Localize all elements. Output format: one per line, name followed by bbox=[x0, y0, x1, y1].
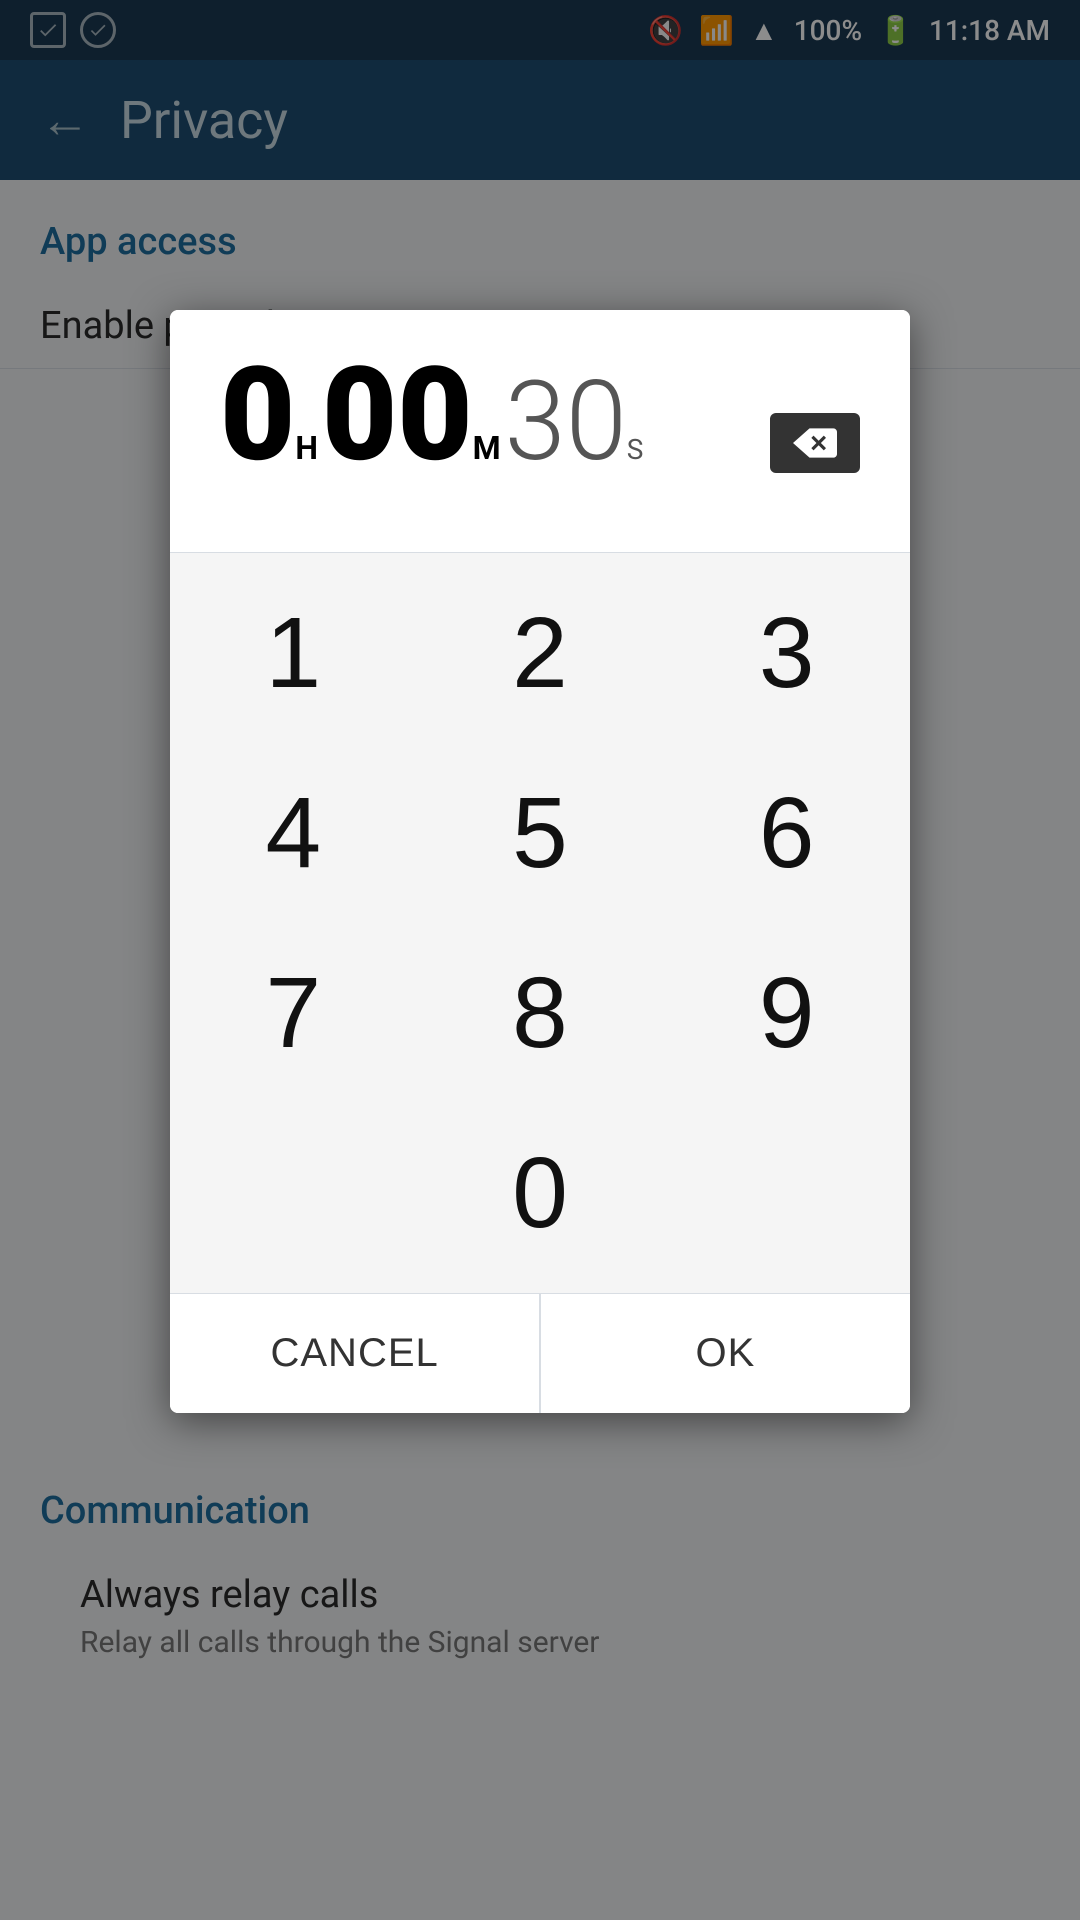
dialog-actions: CANCEL OK bbox=[170, 1293, 910, 1413]
ok-button[interactable]: OK bbox=[541, 1294, 910, 1413]
cancel-button[interactable]: CANCEL bbox=[170, 1294, 539, 1413]
hours-value: 0 bbox=[220, 350, 295, 480]
seconds-label: S bbox=[627, 433, 644, 466]
time-picker-dialog: 0 H 00 M 30 S 1 2 3 4 5 6 bbox=[170, 310, 910, 1413]
minutes-value: 00 bbox=[322, 350, 473, 480]
seconds-value: 30 bbox=[505, 367, 627, 477]
modal-overlay: 0 H 00 M 30 S 1 2 3 4 5 6 bbox=[0, 0, 1080, 1920]
key-1[interactable]: 1 bbox=[183, 563, 403, 743]
numpad-row-1: 1 2 3 bbox=[170, 563, 910, 743]
key-3[interactable]: 3 bbox=[677, 563, 897, 743]
key-2[interactable]: 2 bbox=[430, 563, 650, 743]
number-pad: 1 2 3 4 5 6 7 8 9 0 bbox=[170, 553, 910, 1293]
key-4[interactable]: 4 bbox=[183, 743, 403, 923]
key-6[interactable]: 6 bbox=[677, 743, 897, 923]
key-9[interactable]: 9 bbox=[677, 923, 897, 1103]
backspace-button[interactable] bbox=[770, 413, 860, 473]
key-5[interactable]: 5 bbox=[430, 743, 650, 923]
hours-label: H bbox=[295, 429, 318, 467]
numpad-row-2: 4 5 6 bbox=[170, 743, 910, 923]
numpad-row-3: 7 8 9 bbox=[170, 923, 910, 1103]
time-display-row: 0 H 00 M 30 S bbox=[170, 310, 910, 553]
key-0[interactable]: 0 bbox=[430, 1103, 650, 1283]
key-8[interactable]: 8 bbox=[430, 923, 650, 1103]
key-7[interactable]: 7 bbox=[183, 923, 403, 1103]
minutes-label: M bbox=[473, 429, 501, 467]
numpad-row-4: 0 bbox=[170, 1103, 910, 1283]
